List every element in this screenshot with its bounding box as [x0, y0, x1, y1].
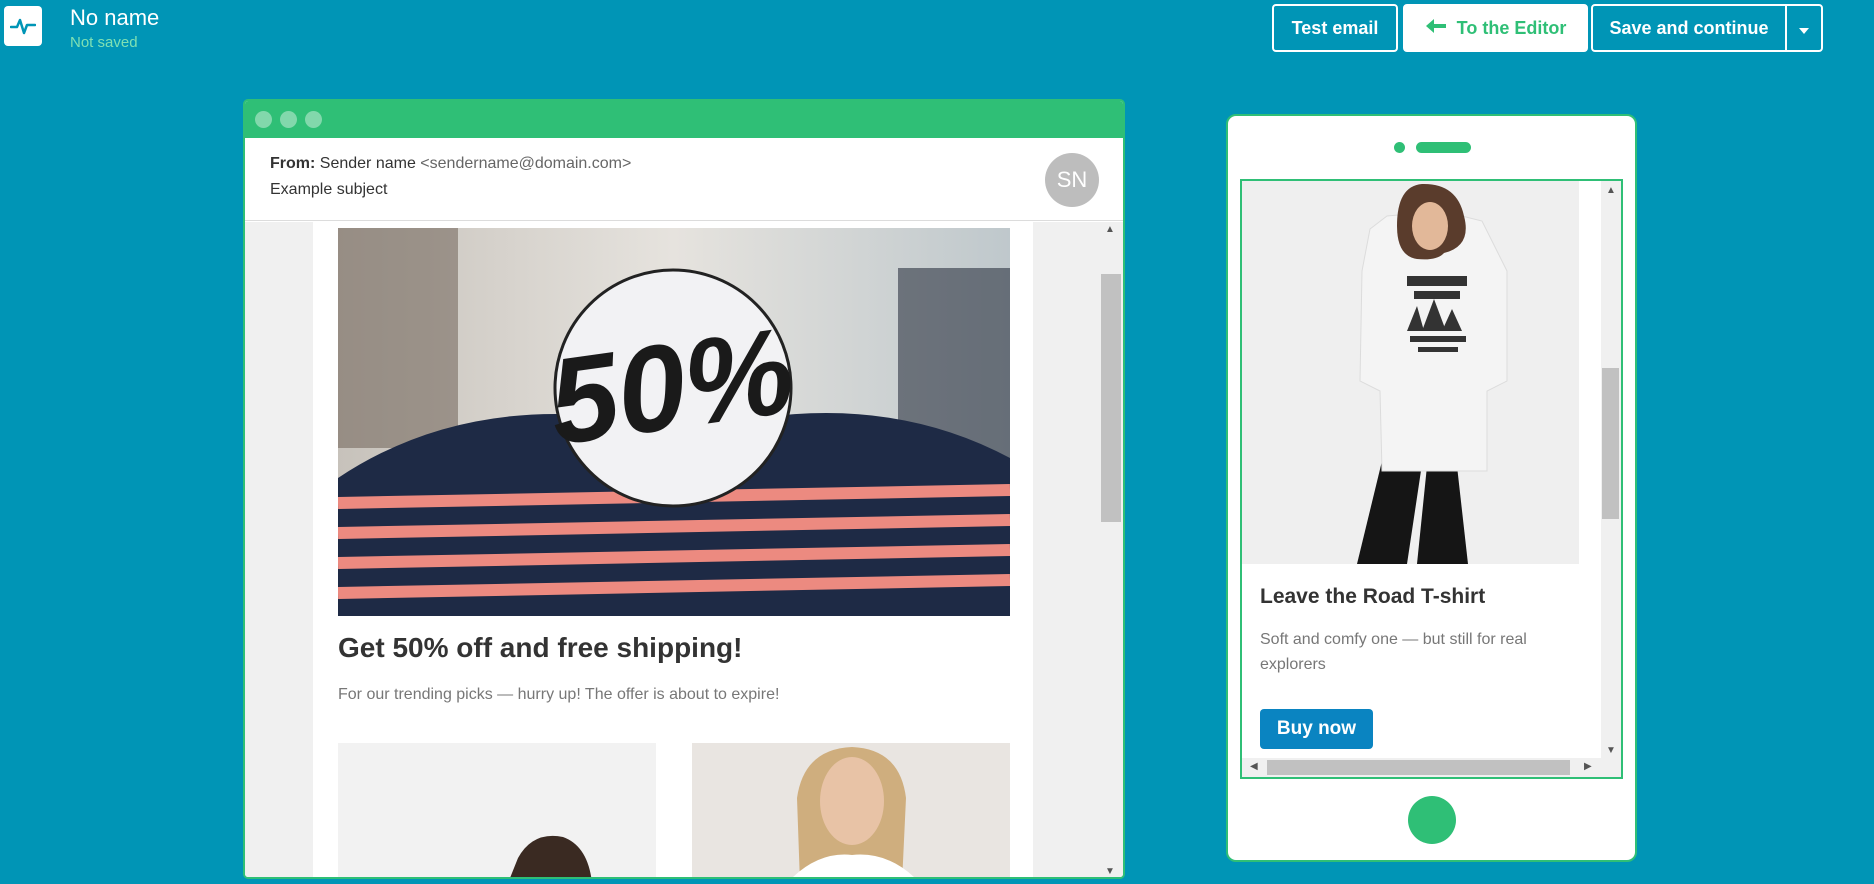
scroll-down-icon[interactable]: ▼ [1606, 745, 1616, 756]
from-label: From: [270, 155, 316, 172]
email-header: From: Sender name <sendername@domain.com… [245, 138, 1123, 221]
window-titlebar [245, 101, 1123, 138]
mobile-screen[interactable]: Leave the Road T-shirt Soft and comfy on… [1240, 179, 1623, 779]
speaker-bar [1416, 142, 1471, 153]
to-editor-label: To the Editor [1456, 17, 1567, 38]
save-status: Not saved [70, 34, 138, 51]
window-dot [255, 111, 272, 128]
email-content: 50% Get 50% off and free shipping! For o… [313, 222, 1033, 877]
save-options-dropdown[interactable] [1785, 4, 1823, 52]
product-description: Soft and comfy one — but still for real … [1260, 631, 1527, 673]
vertical-scrollbar[interactable]: ▲ ▼ [1601, 181, 1621, 758]
home-button [1408, 796, 1456, 844]
scroll-left-icon[interactable]: ◀ [1250, 761, 1258, 772]
vertical-scrollbar[interactable]: ▲ ▼ [1097, 222, 1123, 877]
to-editor-button[interactable]: To the Editor [1403, 4, 1588, 52]
horizontal-scrollbar[interactable]: ◀ ▶ [1242, 758, 1621, 777]
mobile-preview: Leave the Road T-shirt Soft and comfy on… [1226, 114, 1637, 862]
from-line: From: Sender name <sendername@domain.com… [270, 155, 1123, 173]
product-image [692, 743, 1010, 877]
scrollbar-thumb[interactable] [1101, 274, 1121, 522]
window-dot [280, 111, 297, 128]
buy-now-button[interactable]: Buy now [1260, 709, 1373, 749]
avatar: SN [1045, 153, 1099, 207]
pulse-icon [10, 18, 36, 35]
camera-dot [1394, 142, 1405, 153]
arrow-left-icon [1425, 18, 1447, 39]
scroll-right-icon[interactable]: ▶ [1584, 761, 1592, 772]
save-continue-button[interactable]: Save and continue [1591, 4, 1787, 52]
email-subject: Example subject [270, 181, 388, 198]
email-body[interactable]: 50% Get 50% off and free shipping! For o… [245, 222, 1123, 877]
scrollbar-thumb[interactable] [1602, 368, 1619, 519]
product-image [338, 743, 656, 877]
caret-down-icon [1799, 18, 1809, 39]
email-headline: Get 50% off and free shipping! [338, 632, 743, 663]
scrollbar-thumb[interactable] [1267, 760, 1570, 775]
test-email-button[interactable]: Test email [1272, 4, 1398, 52]
sender-email: <sendername@domain.com> [420, 155, 632, 172]
product-image [1242, 181, 1579, 564]
email-subtext: For our trending picks — hurry up! The o… [338, 686, 780, 703]
scroll-up-icon[interactable]: ▲ [1105, 224, 1115, 235]
product-title: Leave the Road T-shirt [1260, 585, 1486, 608]
scroll-up-icon[interactable]: ▲ [1606, 185, 1616, 196]
desktop-preview: From: Sender name <sendername@domain.com… [243, 99, 1125, 879]
scroll-down-icon[interactable]: ▼ [1105, 866, 1115, 877]
app-logo[interactable] [4, 6, 42, 46]
window-dot [305, 111, 322, 128]
sender-name: Sender name [319, 155, 416, 172]
campaign-name[interactable]: No name [70, 5, 159, 31]
hero-image: 50% [338, 228, 1010, 616]
